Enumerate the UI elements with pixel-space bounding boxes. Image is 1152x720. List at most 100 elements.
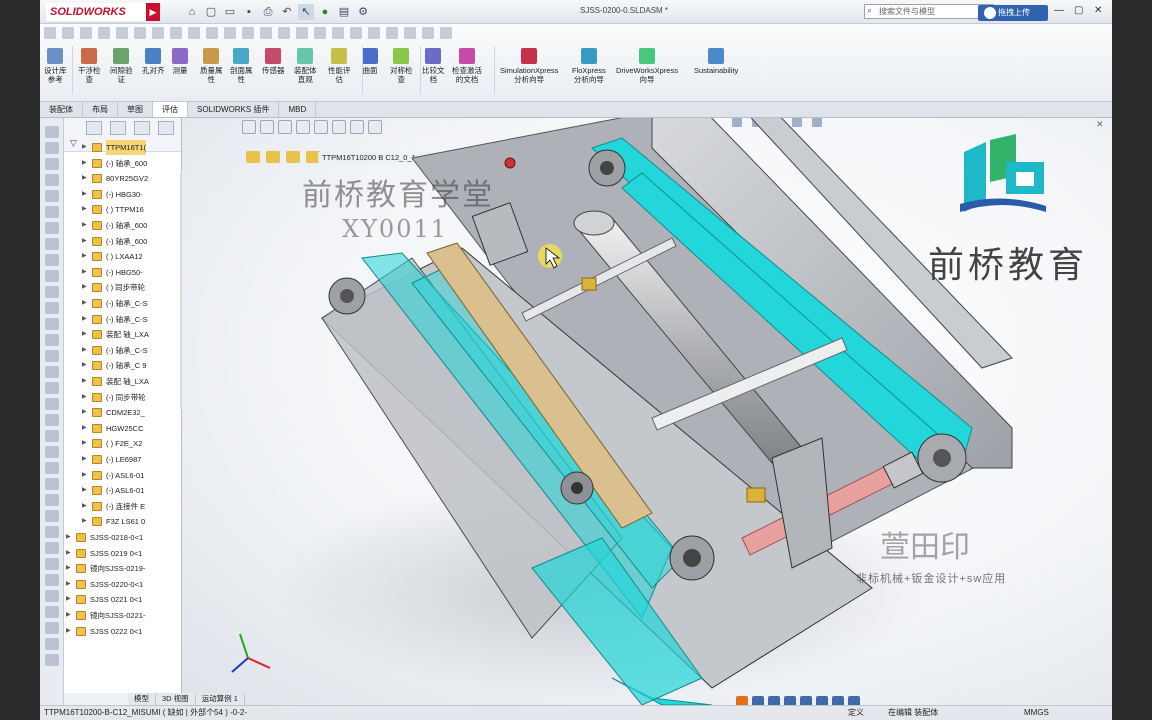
select-icon[interactable]: ↖: [298, 4, 314, 20]
tree-node[interactable]: ▶ 80YR25GV2: [64, 171, 181, 186]
tree-node[interactable]: ▶ ( ) LXAA12: [64, 249, 181, 264]
left-toolbar-icon[interactable]: [45, 398, 59, 410]
expand-arrow-icon[interactable]: ▶: [82, 327, 87, 342]
tree-node[interactable]: ▶ SJSS 0221 0<1: [64, 592, 181, 607]
ribbon-button-17[interactable]: Sustainability: [694, 48, 738, 75]
expand-arrow-icon[interactable]: ▶: [66, 624, 71, 639]
home-icon[interactable]: ⌂: [184, 4, 200, 20]
ribbon-button-12[interactable]: 比较文档: [422, 48, 445, 84]
ribbon-button-5[interactable]: 质量属性: [200, 48, 223, 84]
expand-arrow-icon[interactable]: ▶: [82, 218, 87, 233]
tree-node[interactable]: ▶ (-) ASL6-01: [64, 468, 181, 483]
tab-3[interactable]: 评估: [153, 102, 188, 117]
left-toolbar-icon[interactable]: [45, 462, 59, 474]
feature-tree-tab-icon[interactable]: [86, 121, 102, 135]
expand-arrow-icon[interactable]: ▶: [66, 546, 71, 561]
expand-arrow-icon[interactable]: ▶: [82, 296, 87, 311]
app-menu-arrow-icon[interactable]: ▶: [146, 3, 160, 21]
tree-node[interactable]: ▶ ( ) TTPM16: [64, 202, 181, 217]
left-toolbar-icon[interactable]: [45, 574, 59, 586]
bottom-tab-2[interactable]: 运动算例 1: [196, 693, 245, 705]
expand-arrow-icon[interactable]: ▶: [66, 577, 71, 592]
rebuild-icon[interactable]: ●: [317, 4, 333, 20]
expand-arrow-icon[interactable]: ▶: [82, 171, 87, 186]
graphics-viewport[interactable]: ✕ TTPM16T10200 B C12_0_1 surface1 前桥教育学堂…: [182, 118, 1112, 705]
ribbon-button-7[interactable]: 传感器: [262, 48, 285, 75]
expand-arrow-icon[interactable]: ▶: [66, 561, 71, 576]
bottom-tab-1[interactable]: 3D 视图: [156, 693, 196, 705]
left-toolbar-icon[interactable]: [45, 542, 59, 554]
left-toolbar-icon[interactable]: [45, 478, 59, 490]
tree-node[interactable]: ▶ (-) 轴承_600: [64, 156, 181, 171]
left-toolbar-icon[interactable]: [45, 382, 59, 394]
tab-0[interactable]: 装配体: [40, 102, 83, 117]
ribbon-button-15[interactable]: FloXpress 分析向导: [572, 48, 606, 84]
tree-node[interactable]: ▶ (-) 轴承_600: [64, 218, 181, 233]
tree-node[interactable]: ▶ ( ) 同步带轮: [64, 280, 181, 295]
ribbon-button-10[interactable]: 曲面: [362, 48, 378, 75]
ribbon-button-9[interactable]: 性能评估: [328, 48, 351, 84]
expand-arrow-icon[interactable]: ▶: [82, 202, 87, 217]
tree-node[interactable]: ▶ CDM2E32_: [64, 405, 181, 420]
tree-node[interactable]: ▶ SJSS 0222 0<1: [64, 624, 181, 639]
left-toolbar-icon[interactable]: [45, 238, 59, 250]
expand-arrow-icon[interactable]: ▶: [82, 156, 87, 171]
left-toolbar-icon[interactable]: [45, 558, 59, 570]
ribbon-button-16[interactable]: DriveWorksXpress 向导: [616, 48, 678, 84]
tree-node[interactable]: ▶ ( ) F2E_X2: [64, 436, 181, 451]
tree-node[interactable]: ▶ 装配 轴_LXA: [64, 327, 181, 342]
property-manager-tab-icon[interactable]: [110, 121, 126, 135]
tab-1[interactable]: 布局: [83, 102, 118, 117]
ribbon-button-6[interactable]: 剖面属性: [230, 48, 253, 84]
tree-node[interactable]: ▶ 装配 轴_LXA: [64, 374, 181, 389]
file-properties-icon[interactable]: ▤: [336, 4, 352, 20]
left-toolbar-icon[interactable]: [45, 158, 59, 170]
left-toolbar-icon[interactable]: [45, 190, 59, 202]
left-toolbar-icon[interactable]: [45, 126, 59, 138]
expand-arrow-icon[interactable]: ▶: [82, 452, 87, 467]
tree-node[interactable]: ▶ (-) ASL6-01: [64, 483, 181, 498]
ribbon-button-3[interactable]: 孔对齐: [142, 48, 165, 75]
left-toolbar-icon[interactable]: [45, 430, 59, 442]
new-file-icon[interactable]: ▢: [203, 4, 219, 20]
left-toolbar-icon[interactable]: [45, 334, 59, 346]
tree-node[interactable]: ▶ F3Z LS61 0: [64, 514, 181, 529]
left-toolbar-icon[interactable]: [45, 510, 59, 522]
tab-5[interactable]: MBD: [279, 102, 317, 117]
tree-node[interactable]: ▶ (-) 轴承_C-S: [64, 312, 181, 327]
expand-arrow-icon[interactable]: ▶: [66, 530, 71, 545]
expand-arrow-icon[interactable]: ▶: [82, 187, 87, 202]
expand-arrow-icon[interactable]: ▶: [82, 234, 87, 249]
left-toolbar-icon[interactable]: [45, 590, 59, 602]
minimize-icon[interactable]: —: [1054, 5, 1064, 16]
tree-node[interactable]: ▶ (-) 同步带轮: [64, 390, 181, 405]
left-toolbar-icon[interactable]: [45, 638, 59, 650]
close-icon[interactable]: ✕: [1094, 5, 1102, 16]
expand-arrow-icon[interactable]: ▶: [82, 499, 87, 514]
expand-arrow-icon[interactable]: ▶: [82, 265, 87, 280]
tree-node[interactable]: ▶ (-) 轴承_C-S: [64, 296, 181, 311]
tree-node[interactable]: ▶ 镜向SJSS-0219-: [64, 561, 181, 576]
expand-arrow-icon[interactable]: ▶: [82, 468, 87, 483]
tree-node[interactable]: ▶ HGW25CC: [64, 421, 181, 436]
tree-node[interactable]: ▶ (-) LE6987: [64, 452, 181, 467]
ribbon-button-14[interactable]: SimulationXpress 分析向导: [500, 48, 558, 84]
tree-node[interactable]: ▶ 镜向SJSS-0221-: [64, 608, 181, 623]
left-toolbar-icon[interactable]: [45, 446, 59, 458]
expand-arrow-icon[interactable]: ▶: [82, 358, 87, 373]
left-toolbar-icon[interactable]: [45, 654, 59, 666]
ribbon-button-13[interactable]: 检查激活 的文档: [452, 48, 482, 84]
ribbon-button-11[interactable]: 对称检查: [390, 48, 413, 84]
expand-arrow-icon[interactable]: ▶: [82, 514, 87, 529]
left-toolbar-icon[interactable]: [45, 606, 59, 618]
expand-arrow-icon[interactable]: ▶: [82, 390, 87, 405]
left-toolbar-icon[interactable]: [45, 318, 59, 330]
open-file-icon[interactable]: ▭: [222, 4, 238, 20]
ribbon-button-1[interactable]: 干涉检查: [78, 48, 101, 84]
left-toolbar-icon[interactable]: [45, 622, 59, 634]
dimxpert-tab-icon[interactable]: [158, 121, 174, 135]
left-toolbar-icon[interactable]: [45, 222, 59, 234]
expand-arrow-icon[interactable]: ▶: [66, 608, 71, 623]
tree-node[interactable]: ▶ SJSS-0218-0<1: [64, 530, 181, 545]
expand-arrow-icon[interactable]: ▶: [82, 312, 87, 327]
